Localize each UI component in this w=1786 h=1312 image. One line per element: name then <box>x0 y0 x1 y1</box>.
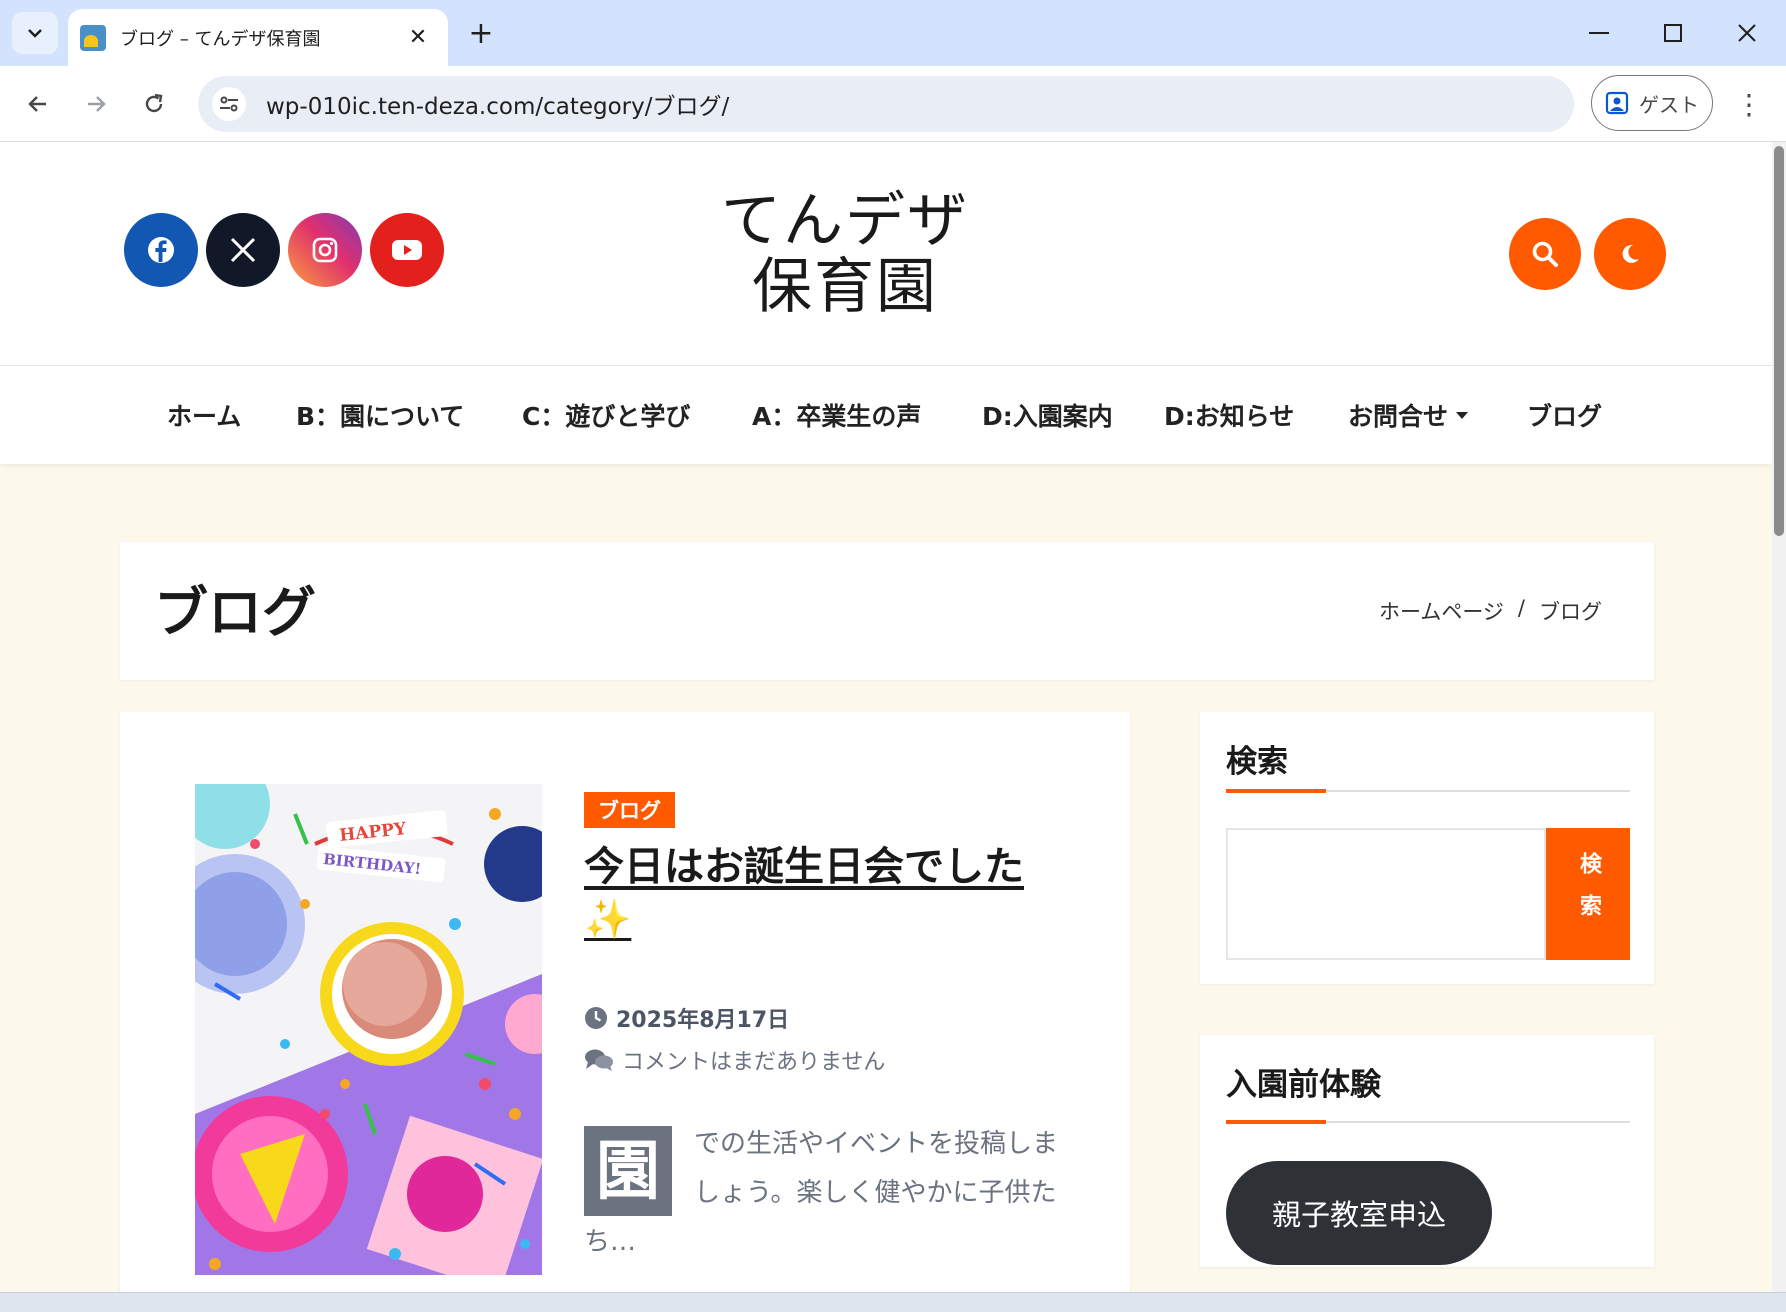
facebook-icon <box>148 237 174 263</box>
site-favicon-icon <box>80 24 106 51</box>
forward-button[interactable] <box>76 84 116 124</box>
nav-item-admission[interactable]: D:入園案内 <box>982 366 1113 464</box>
browser-menu-button[interactable]: ⋮ <box>1734 84 1764 124</box>
nav-item-news[interactable]: D:お知らせ <box>1164 366 1294 464</box>
browser-tab[interactable]: ブログ – てんデザ保育園 ✕ <box>68 9 448 66</box>
trial-widget: 入園前体験 親子教室申込 <box>1200 1035 1654 1267</box>
post-comments[interactable]: コメントはまだありません <box>584 1044 885 1076</box>
excerpt-dropcap: 園 <box>584 1126 672 1216</box>
post-excerpt: 園 での生活やイベントを投稿しましょう。楽しく健やかに子供たち… <box>584 1120 1064 1267</box>
post-title-link[interactable]: 今日はお誕生日会でした ✨ <box>584 842 1064 944</box>
chevron-down-icon <box>28 29 42 38</box>
nav-item-blog[interactable]: ブログ <box>1527 366 1602 464</box>
x-link[interactable] <box>206 213 280 287</box>
x-logo-icon <box>230 237 256 263</box>
minimize-icon <box>1589 32 1609 34</box>
youtube-icon <box>392 240 422 260</box>
search-widget: 検索 検索 <box>1200 712 1654 984</box>
browser-tab-bar: ブログ – てんデザ保育園 ✕ + <box>0 0 1786 66</box>
parent-child-class-button[interactable]: 親子教室申込 <box>1226 1161 1492 1265</box>
site-title-line2: 保育園 <box>752 252 938 322</box>
sidebar-search-input[interactable] <box>1226 828 1546 960</box>
post-title: 今日はお誕生日会でした <box>584 844 1024 890</box>
moon-icon <box>1622 244 1639 263</box>
page-header-box: ブログ ホームページ / ブログ <box>120 542 1654 680</box>
maximize-button[interactable] <box>1650 14 1696 52</box>
close-icon <box>1738 24 1756 42</box>
page-title: ブログ <box>154 581 316 644</box>
comments-icon <box>585 1049 613 1071</box>
search-icon <box>1532 241 1558 267</box>
guest-label: ゲスト <box>1639 92 1699 117</box>
back-button[interactable] <box>18 84 58 124</box>
breadcrumb-separator: / <box>1517 596 1525 620</box>
maximize-icon <box>1664 24 1682 42</box>
breadcrumb: ホームページ / ブログ <box>1379 596 1602 626</box>
url-text: wp-010ic.ten-deza.com/category/ブログ/ <box>266 94 730 120</box>
clock-icon <box>585 1007 607 1029</box>
nav-item-home[interactable]: ホーム <box>167 366 241 464</box>
tab-close-button[interactable]: ✕ <box>404 24 432 52</box>
arrow-right-icon <box>88 96 106 112</box>
reload-icon <box>145 93 163 113</box>
browser-toolbar: wp-010ic.ten-deza.com/category/ブログ/ ゲスト … <box>0 66 1786 142</box>
arrow-left-icon <box>28 96 46 112</box>
nav-item-contact[interactable]: お問合せ <box>1348 366 1469 464</box>
caret-down-icon <box>1456 411 1469 419</box>
tab-list-button[interactable] <box>12 12 58 54</box>
site-title-line1: てんデザ <box>721 186 969 256</box>
site-info-icon[interactable] <box>212 87 246 121</box>
post-category-badge[interactable]: ブログ <box>584 792 675 828</box>
breadcrumb-current: ブログ <box>1539 600 1602 624</box>
tab-title: ブログ – てんデザ保育園 <box>120 28 321 50</box>
taskbar-strip <box>0 1292 1786 1312</box>
birthday-party-image: HAPPY BIRTHDAY! <box>195 784 542 1275</box>
post-comments-text: コメントはまだありません <box>622 1050 886 1075</box>
instagram-icon <box>312 237 338 263</box>
page-scrollbar[interactable] <box>1772 142 1786 1292</box>
nav-item-contact-label: お問合せ <box>1348 402 1449 431</box>
facebook-link[interactable] <box>124 213 198 287</box>
page-viewport: てんデザ 保育園 ホーム B：園について C：遊びと学び A：卒業生の声 D:入… <box>0 142 1772 1292</box>
site-header: てんデザ 保育園 <box>0 142 1772 366</box>
nav-item-play-learn[interactable]: C：遊びと学び <box>522 366 690 464</box>
profile-icon <box>1605 91 1629 115</box>
address-bar[interactable]: wp-010ic.ten-deza.com/category/ブログ/ <box>198 76 1574 132</box>
main-navigation: ホーム B：園について C：遊びと学び A：卒業生の声 D:入園案内 D:お知ら… <box>0 366 1772 464</box>
sidebar-search-button[interactable]: 検索 <box>1546 828 1630 960</box>
breadcrumb-home-link[interactable]: ホームページ <box>1379 596 1504 626</box>
post-card: HAPPY BIRTHDAY! ブログ 今日はお誕生日会でした ✨ 2025年8… <box>120 712 1130 1292</box>
new-tab-button[interactable]: + <box>462 14 500 52</box>
guest-profile-button[interactable]: ゲスト <box>1591 75 1713 131</box>
youtube-link[interactable] <box>370 213 444 287</box>
sparkles-emoji: ✨ <box>584 897 632 941</box>
post-date-text: 2025年8月17日 <box>616 1008 790 1033</box>
window-close-button[interactable] <box>1724 14 1770 52</box>
scrollbar-thumb[interactable] <box>1774 146 1784 536</box>
widget-divider-accent <box>1226 1120 1326 1124</box>
dark-mode-toggle[interactable] <box>1594 218 1666 290</box>
trial-widget-title: 入園前体験 <box>1226 1067 1381 1103</box>
instagram-link[interactable] <box>288 213 362 287</box>
search-widget-title: 検索 <box>1226 744 1288 780</box>
nav-item-graduates[interactable]: A：卒業生の声 <box>752 366 921 464</box>
post-date[interactable]: 2025年8月17日 <box>584 1002 789 1034</box>
nav-item-about[interactable]: B：園について <box>296 366 464 464</box>
minimize-button[interactable] <box>1576 14 1622 52</box>
header-search-button[interactable] <box>1509 218 1581 290</box>
widget-divider-accent <box>1226 789 1326 793</box>
site-title[interactable]: てんデザ 保育園 <box>700 188 990 320</box>
post-thumbnail[interactable]: HAPPY BIRTHDAY! <box>195 784 542 1275</box>
reload-button[interactable] <box>134 84 174 124</box>
